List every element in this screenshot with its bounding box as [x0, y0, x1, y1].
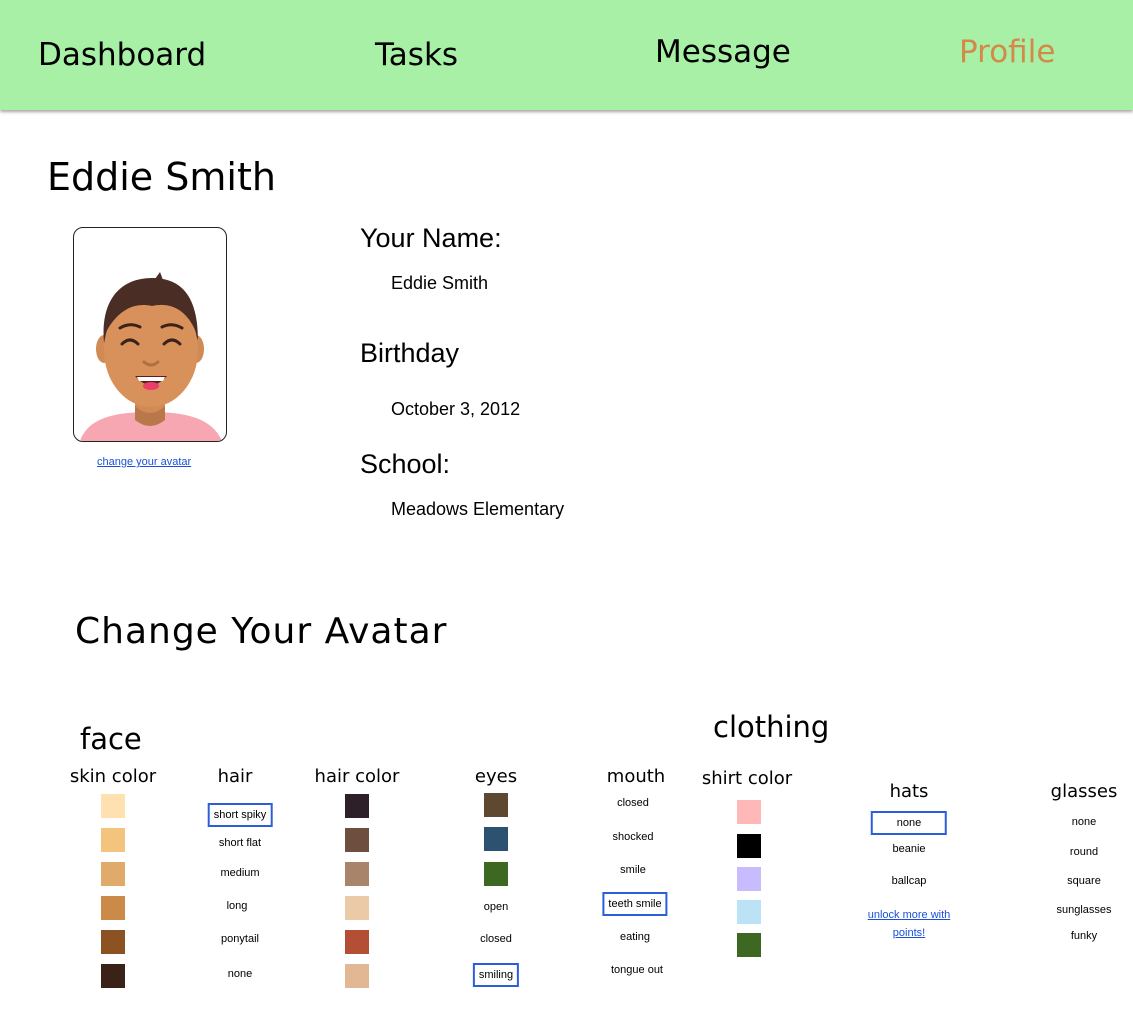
hair-option-long[interactable]: long — [227, 900, 248, 912]
eyes-heading: eyes — [474, 766, 518, 787]
hair-color-swatch[interactable] — [345, 896, 369, 920]
hair-option-short-spiky[interactable]: short spiky — [207, 803, 273, 827]
school-value: Meadows Elementary — [391, 499, 565, 519]
skin-color-swatch[interactable] — [101, 896, 125, 920]
nav-message[interactable]: Message — [655, 34, 791, 70]
glasses-option-none[interactable]: none — [1072, 816, 1096, 828]
glasses-option-sunglasses[interactable]: sunglasses — [1056, 904, 1111, 916]
shirt-color-heading: shirt color — [701, 768, 793, 789]
hair-option-none[interactable]: none — [228, 968, 252, 980]
name-value: Eddie Smith — [391, 273, 489, 293]
skin-color-swatch[interactable] — [101, 828, 125, 852]
face-section-heading: face — [80, 722, 142, 756]
unlock-more-link[interactable]: unlock more with points! — [859, 906, 959, 942]
glasses-option-funky[interactable]: funky — [1071, 930, 1097, 942]
mouth-option-shocked[interactable]: shocked — [613, 831, 654, 843]
hair-option-medium[interactable]: medium — [220, 867, 259, 879]
mouth-option-closed[interactable]: closed — [617, 797, 649, 809]
hair-color-swatch[interactable] — [345, 828, 369, 852]
glasses-heading: glasses — [1050, 781, 1118, 802]
birthday-label: Birthday — [360, 338, 460, 368]
mouth-option-teeth-smile[interactable]: teeth smile — [602, 892, 668, 916]
nav-dashboard[interactable]: Dashboard — [38, 37, 206, 73]
mouth-heading: mouth — [606, 766, 666, 787]
hair-color-heading: hair color — [314, 766, 400, 787]
nav-tasks[interactable]: Tasks — [375, 37, 458, 73]
nav-profile[interactable]: Profile — [959, 34, 1055, 70]
skin-color-swatch[interactable] — [101, 794, 125, 818]
skin-color-swatch[interactable] — [101, 964, 125, 988]
mouth-option-eating[interactable]: eating — [620, 931, 650, 943]
mouth-option-tongue-out[interactable]: tongue out — [611, 964, 663, 976]
skin-color-heading: skin color — [69, 766, 157, 787]
hair-color-swatch[interactable] — [345, 862, 369, 886]
glasses-option-round[interactable]: round — [1070, 846, 1098, 858]
mouth-option-smile[interactable]: smile — [620, 864, 646, 876]
shirt-color-swatch[interactable] — [737, 867, 761, 891]
hats-option-ballcap[interactable]: ballcap — [892, 875, 927, 887]
top-nav-bar: Dashboard Tasks Message Profile — [0, 0, 1133, 110]
glasses-option-square[interactable]: square — [1067, 875, 1101, 887]
avatar — [73, 227, 227, 442]
name-label: Your Name: — [360, 223, 502, 253]
profile-name-heading: Eddie Smith — [47, 155, 276, 199]
hats-heading: hats — [889, 781, 929, 802]
hair-option-short-flat[interactable]: short flat — [219, 837, 261, 849]
hair-color-swatch[interactable] — [345, 930, 369, 954]
shirt-color-swatch[interactable] — [737, 933, 761, 957]
school-label: School: — [360, 449, 451, 479]
eyes-option-smiling[interactable]: smiling — [472, 963, 520, 987]
skin-color-swatch[interactable] — [101, 862, 125, 886]
shirt-color-swatch[interactable] — [737, 834, 761, 858]
avatar-illustration — [80, 272, 222, 441]
eye-color-swatch[interactable] — [484, 793, 508, 817]
clothing-section-heading: clothing — [713, 710, 830, 744]
eyes-option-open[interactable]: open — [484, 901, 508, 913]
hair-color-swatch[interactable] — [345, 964, 369, 988]
eye-color-swatch[interactable] — [484, 862, 508, 886]
skin-color-swatch[interactable] — [101, 930, 125, 954]
hats-option-none[interactable]: none — [870, 811, 948, 835]
hair-heading: hair — [217, 766, 253, 787]
shirt-color-swatch[interactable] — [737, 900, 761, 924]
hair-color-swatch[interactable] — [345, 794, 369, 818]
hats-option-beanie[interactable]: beanie — [892, 843, 925, 855]
shirt-color-swatch[interactable] — [737, 800, 761, 824]
change-avatar-heading: Change Your Avatar — [75, 611, 448, 652]
birthday-value: October 3, 2012 — [391, 399, 521, 419]
eyes-option-closed[interactable]: closed — [480, 933, 512, 945]
hair-option-ponytail[interactable]: ponytail — [221, 933, 259, 945]
change-avatar-link[interactable]: change your avatar — [97, 456, 191, 468]
eye-color-swatch[interactable] — [484, 827, 508, 851]
